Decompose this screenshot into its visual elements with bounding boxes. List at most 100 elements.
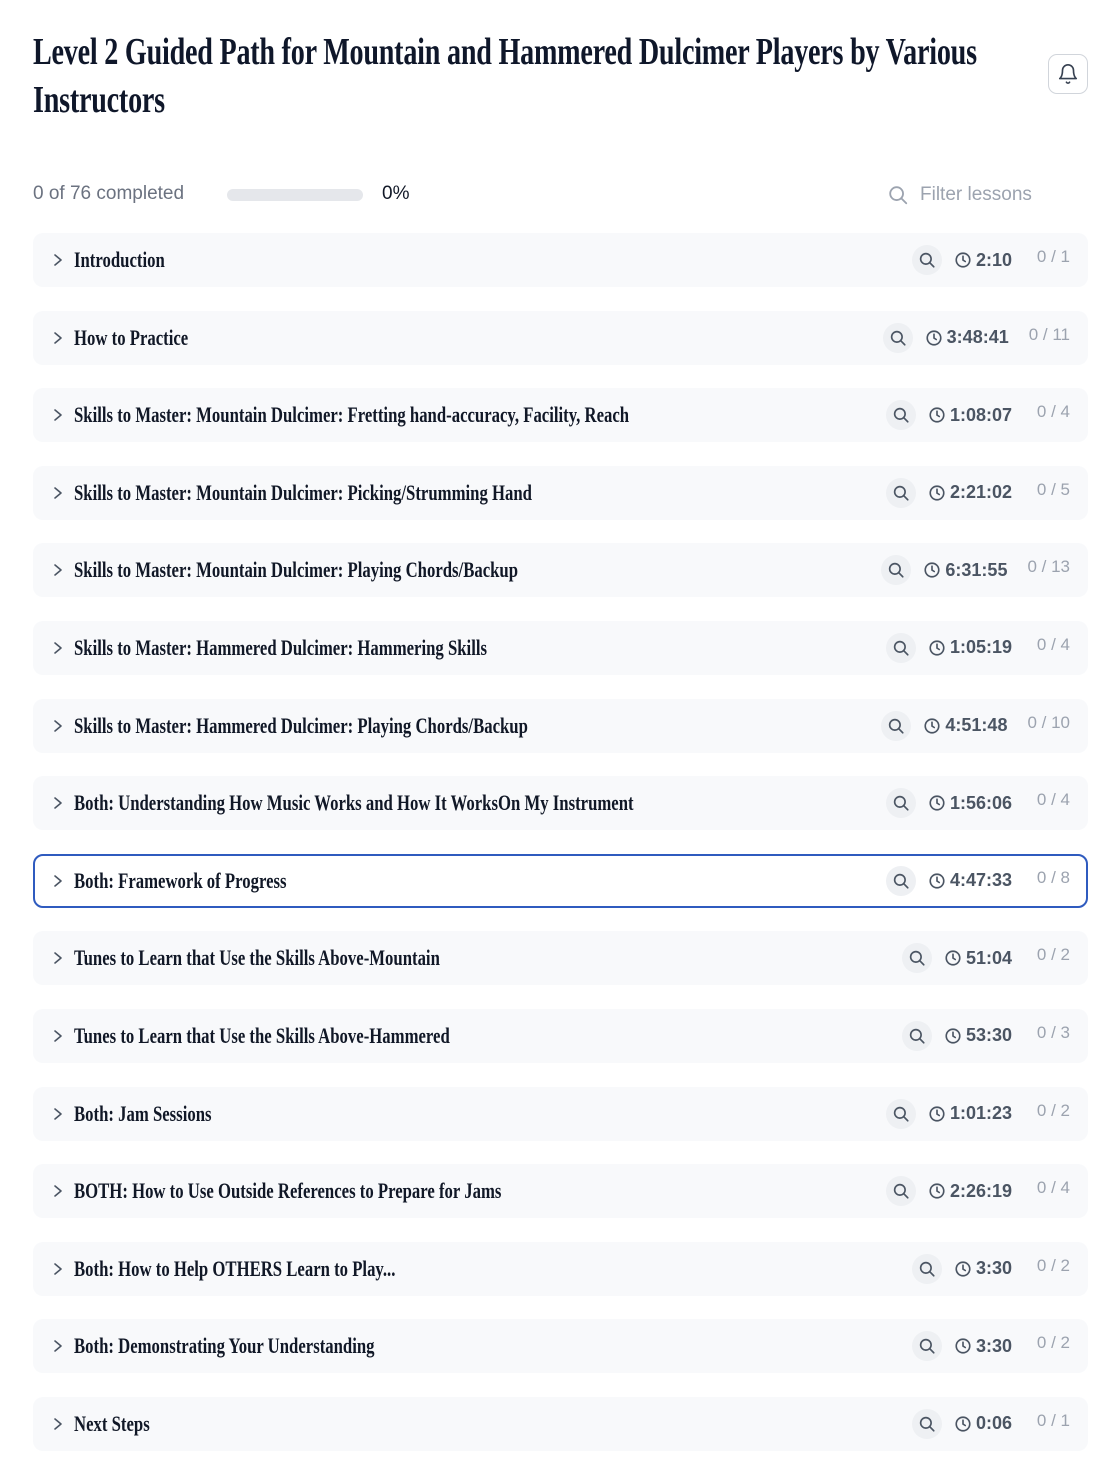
section-row[interactable]: Skills to Master: Mountain Dulcimer: Fre… [33,388,1088,443]
clock-icon [954,1415,972,1433]
section-duration: 2:10 [954,250,1012,271]
chevron-right-icon[interactable] [51,1417,65,1431]
section-meta: 1:08:07 0 / 4 [885,390,1070,440]
section-row[interactable]: Skills to Master: Hammered Dulcimer: Pla… [33,698,1088,753]
clock-icon [944,1027,962,1045]
section-duration-text: 1:08:07 [949,404,1012,425]
section-row[interactable]: Skills to Master: Mountain Dulcimer: Pic… [33,465,1088,520]
section-duration: 6:31:55 [923,560,1007,581]
section-meta: 4:47:33 0 / 8 [885,856,1070,906]
section-title: Both: Demonstrating Your Understanding [74,1333,375,1359]
bell-icon [1057,63,1079,85]
section-duration: 2:26:19 [928,1181,1012,1202]
section-search-button[interactable] [885,632,916,663]
section-title: BOTH: How to Use Outside References to P… [74,1178,502,1204]
section-title: Both: Jam Sessions [74,1100,212,1126]
section-row[interactable]: Tunes to Learn that Use the Skills Above… [33,1008,1088,1063]
clock-icon [954,1337,972,1355]
section-search-button[interactable] [911,1331,942,1362]
chevron-right-icon[interactable] [51,641,65,655]
section-count: 0 / 4 [1036,634,1070,654]
clock-icon [928,639,946,657]
chevron-right-icon[interactable] [51,951,65,965]
section-duration: 0:06 [954,1413,1012,1434]
section-search-button[interactable] [882,322,913,353]
section-search-button[interactable] [885,477,916,508]
filter-lessons[interactable] [887,180,1050,210]
section-title: Next Steps [74,1410,150,1436]
chevron-right-icon[interactable] [51,796,65,810]
section-duration-text: 4:47:33 [949,870,1012,891]
chevron-right-icon[interactable] [51,1184,65,1198]
chevron-right-icon[interactable] [51,719,65,733]
progress-label: 0 of 76 completed [33,183,185,204]
section-row[interactable]: Both: How to Help OTHERS Learn to Play..… [33,1241,1088,1296]
chevron-right-icon[interactable] [51,331,65,345]
section-row[interactable]: Both: Framework of Progress 4:47:33 0 / … [33,853,1088,908]
chevron-right-icon[interactable] [51,253,65,267]
clock-icon [928,872,946,890]
section-search-button[interactable] [885,1176,916,1207]
section-search-button[interactable] [911,245,942,275]
clock-icon [925,329,943,347]
section-title: Both: Understanding How Music Works and … [74,790,634,816]
section-duration-text: 2:21:02 [949,482,1012,503]
section-row[interactable]: Skills to Master: Hammered Dulcimer: Ham… [33,620,1088,675]
section-row[interactable]: Both: Understanding How Music Works and … [33,776,1088,831]
section-search-button[interactable] [885,788,916,819]
section-duration-text: 6:31:55 [945,559,1008,580]
section-search-button[interactable] [901,1020,932,1051]
section-duration: 3:30 [954,1258,1012,1279]
clock-icon [928,484,946,502]
section-row[interactable]: Tunes to Learn that Use the Skills Above… [33,931,1088,986]
section-count: 0 / 4 [1036,1178,1070,1198]
section-search-button[interactable] [885,1098,916,1129]
search-icon [892,484,910,502]
section-duration: 1:01:23 [928,1103,1012,1124]
section-search-button[interactable] [885,400,916,431]
chevron-right-icon[interactable] [51,486,65,500]
section-duration: 1:05:19 [928,637,1012,658]
progress-row: 0 of 76 completed 0% [33,180,1088,210]
chevron-right-icon[interactable] [51,1029,65,1043]
filter-input[interactable] [920,184,1050,206]
section-title: Skills to Master: Hammered Dulcimer: Ham… [74,634,487,660]
section-list: Introduction 2:10 0 / 1 How to Practice … [33,233,1088,1474]
section-count: 0 / 2 [1036,945,1070,965]
section-duration: 53:30 [944,1025,1012,1046]
chevron-right-icon[interactable] [51,408,65,422]
section-row[interactable]: Skills to Master: Mountain Dulcimer: Pla… [33,543,1088,598]
section-search-button[interactable] [885,865,916,896]
section-search-button[interactable] [901,943,932,974]
section-row[interactable]: Next Steps 0:06 0 / 1 [33,1396,1088,1451]
section-duration: 1:08:07 [928,405,1012,426]
section-duration-text: 3:30 [975,1335,1012,1356]
chevron-right-icon[interactable] [51,563,65,577]
section-meta: 3:30 0 / 2 [911,1244,1070,1294]
section-row[interactable]: Introduction 2:10 0 / 1 [33,233,1088,287]
notification-button[interactable] [1048,54,1088,94]
section-meta: 3:30 0 / 2 [911,1321,1070,1371]
section-meta: 53:30 0 / 3 [901,1011,1070,1061]
section-meta: 2:10 0 / 1 [911,235,1070,285]
section-duration: 1:56:06 [928,793,1012,814]
chevron-right-icon[interactable] [51,1262,65,1276]
search-icon [889,329,907,347]
section-search-button[interactable] [881,555,912,586]
section-duration: 3:30 [954,1336,1012,1357]
chevron-right-icon[interactable] [51,874,65,888]
section-row[interactable]: Both: Jam Sessions 1:01:23 0 / 2 [33,1086,1088,1141]
search-icon [887,717,905,735]
chevron-right-icon[interactable] [51,1107,65,1121]
search-icon [918,1260,936,1278]
section-row[interactable]: How to Practice 3:48:41 0 / 11 [33,310,1088,365]
section-row[interactable]: Both: Demonstrating Your Understanding 3… [33,1319,1088,1374]
section-title: Skills to Master: Mountain Dulcimer: Pic… [74,479,532,505]
search-icon [908,1027,926,1045]
section-search-button[interactable] [911,1408,942,1439]
section-row[interactable]: BOTH: How to Use Outside References to P… [33,1164,1088,1219]
chevron-right-icon[interactable] [51,1339,65,1353]
clock-icon [928,1182,946,1200]
section-search-button[interactable] [881,710,912,741]
section-search-button[interactable] [911,1253,942,1284]
